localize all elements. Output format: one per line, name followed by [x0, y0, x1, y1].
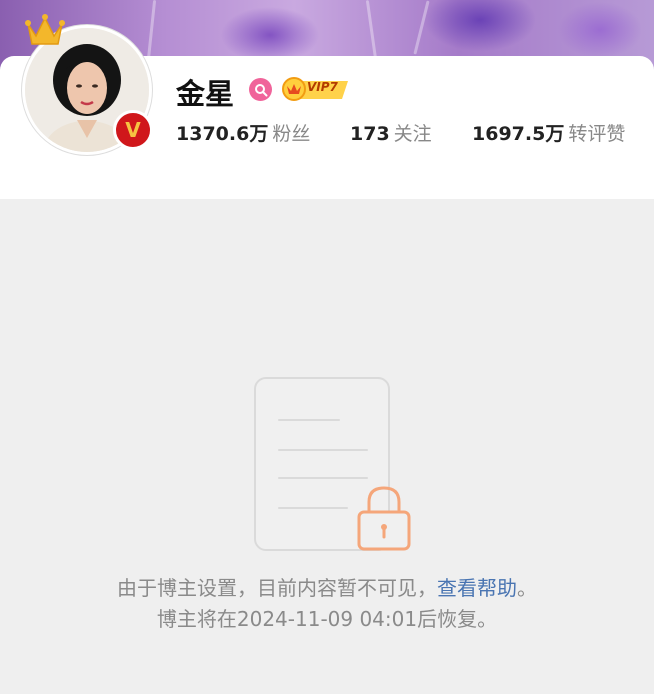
notice-line-2: 博主将在2024-11-09 04:01后恢复。: [156, 607, 498, 631]
crown-icon: [25, 14, 65, 45]
profile-name: 金星: [176, 77, 235, 111]
notice-text: 由于博主设置，目前内容暂不可见，: [117, 576, 437, 600]
stat-label: 关注: [393, 123, 432, 145]
lock-icon: [357, 486, 411, 551]
stat-value: 1370.6万: [176, 123, 269, 145]
document-line: [278, 419, 340, 421]
stat-following[interactable]: 173 关注: [350, 119, 432, 146]
stat-value: 1697.5万: [472, 123, 565, 145]
cover-decoration: [413, 0, 430, 55]
cover-decoration: [146, 0, 157, 60]
document-line: [278, 477, 368, 479]
stat-value: 173: [350, 123, 390, 145]
cover-decoration: [365, 0, 378, 60]
document-line: [278, 507, 348, 509]
help-link[interactable]: 查看帮助: [437, 576, 517, 600]
stat-followers[interactable]: 1370.6万 粉丝: [176, 119, 310, 146]
notice-line-1: 由于博主设置，目前内容暂不可见，查看帮助。: [0, 572, 654, 601]
search-badge-icon[interactable]: [249, 78, 272, 101]
document-line: [278, 449, 368, 451]
stat-reposts-likes[interactable]: 1697.5万 转评赞: [472, 119, 625, 146]
notice-end: 。: [517, 576, 537, 600]
stat-label: 转评赞: [568, 123, 626, 145]
vip-level: VIP7: [307, 80, 338, 94]
verified-badge-letter: V: [125, 118, 141, 142]
verified-v-icon: V: [113, 110, 153, 150]
stat-label: 粉丝: [272, 123, 311, 145]
